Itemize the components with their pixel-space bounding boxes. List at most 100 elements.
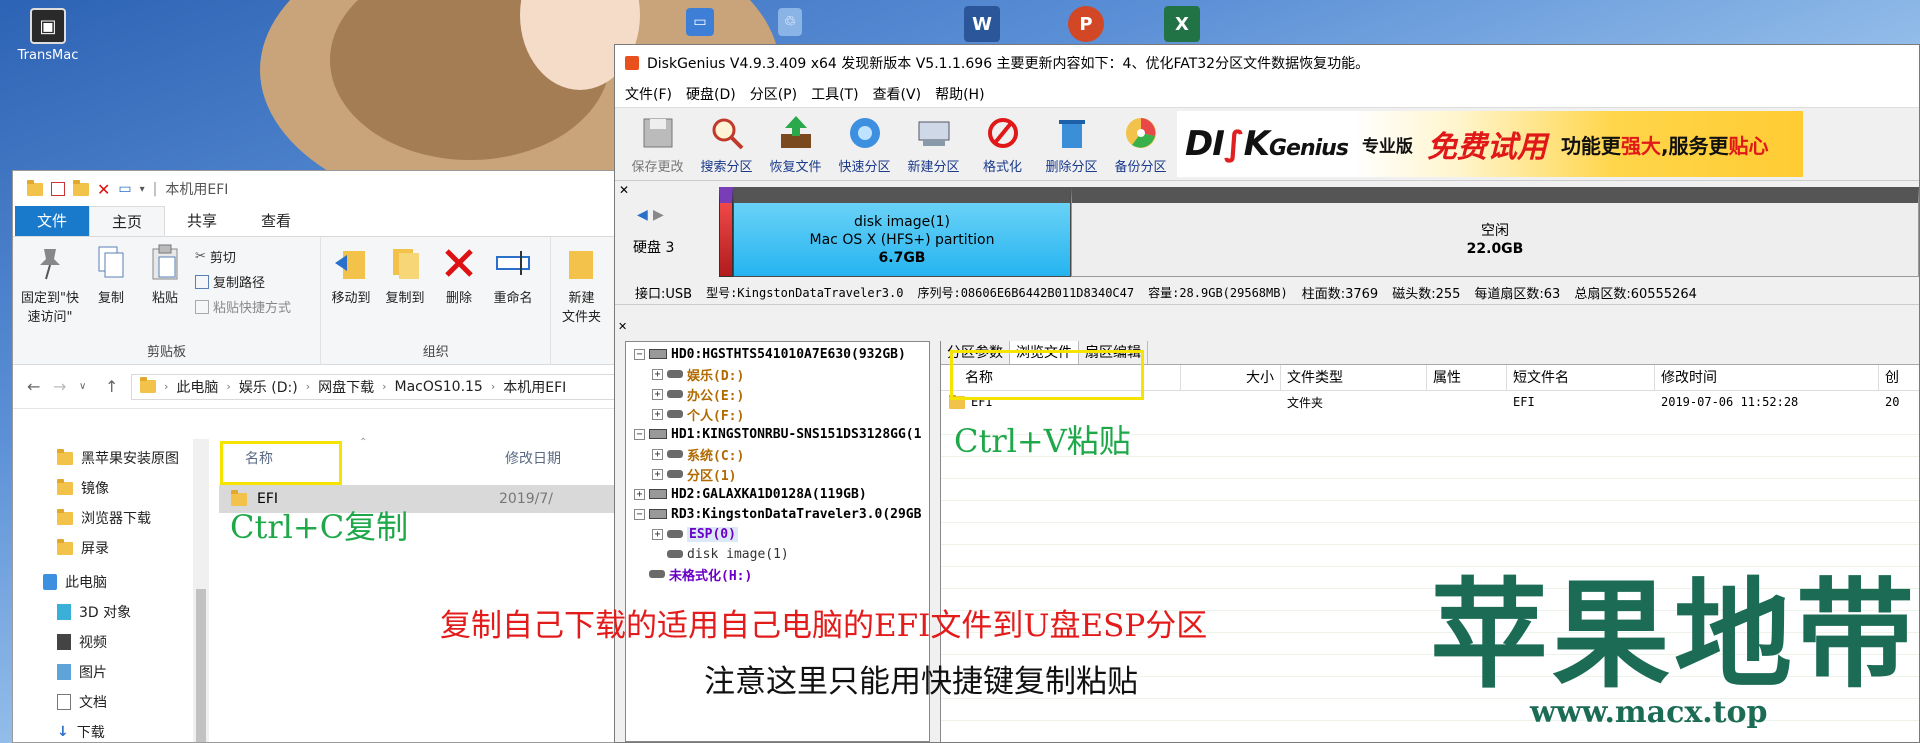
move-to-button[interactable]: 移动到 — [327, 243, 375, 340]
menu-view[interactable]: 查看(V) — [873, 84, 922, 104]
tree-partition-node[interactable]: + 个人(F:) — [626, 404, 929, 424]
column-header-type[interactable]: 文件类型 — [1281, 364, 1427, 391]
copy-button[interactable]: 复制 — [87, 243, 135, 340]
copy-path-button[interactable]: 复制路径 — [195, 272, 291, 291]
desktop-icon-powerpoint[interactable]: P — [1064, 6, 1108, 46]
new-folder-icon[interactable] — [73, 179, 89, 196]
tree-partition-node[interactable]: + 办公(E:) — [626, 384, 929, 404]
cut-button[interactable]: ✂ 剪切 — [195, 247, 291, 266]
nav-item-documents[interactable]: 文档 — [13, 687, 193, 717]
expand-icon[interactable]: + — [634, 488, 645, 500]
delete-icon[interactable]: ✕ — [97, 180, 110, 199]
tree-partition-node[interactable]: + 分区(1) — [626, 464, 929, 484]
quick-partition-button[interactable]: 快速分区 — [830, 114, 899, 175]
collapse-icon[interactable]: − — [634, 428, 645, 440]
menu-partition[interactable]: 分区(P) — [750, 84, 797, 104]
partition-block-esp[interactable] — [719, 187, 733, 277]
nav-item-screen-recording[interactable]: 屏录 — [13, 533, 193, 563]
nav-scrollbar[interactable] — [193, 439, 209, 742]
nav-item-browser-downloads[interactable]: 浏览器下载 — [13, 503, 193, 533]
menu-help[interactable]: 帮助(H) — [935, 84, 984, 104]
tab-home[interactable]: 主页 — [89, 206, 166, 236]
expand-icon[interactable]: + — [652, 448, 663, 460]
menu-file[interactable]: 文件(F) — [625, 84, 672, 104]
copy-to-button[interactable]: 复制到 — [381, 243, 429, 340]
menu-tools[interactable]: 工具(T) — [811, 84, 858, 104]
tree-disk-node[interactable]: − HD0:HGSTHTS541010A7E630(932GB) — [626, 344, 929, 364]
nav-item-downloads[interactable]: ↓ 下载 — [13, 717, 193, 742]
save-changes-button[interactable]: 保存更改 — [623, 114, 692, 175]
tree-partition-node[interactable]: 未格式化(H:) — [626, 564, 929, 584]
scrollbar-thumb[interactable] — [196, 589, 206, 742]
tree-disk-node[interactable]: + HD2:GALAXKA1D0128A(119GB) — [626, 484, 929, 504]
expand-icon[interactable]: + — [652, 408, 663, 420]
desktop-icon-excel[interactable]: X — [1160, 6, 1204, 46]
tree-partition-node[interactable]: + 娱乐(D:) — [626, 364, 929, 384]
expand-icon[interactable]: + — [652, 388, 663, 400]
breadcrumb-item[interactable]: MacOS10.15 — [395, 379, 483, 395]
tree-disk-node[interactable]: − HD1:KINGSTONRBU-SNS151DS3128GG(1 — [626, 424, 929, 444]
forward-arrow-icon[interactable]: → — [53, 377, 69, 396]
menu-disk[interactable]: 硬盘(D) — [686, 84, 736, 104]
nav-item-3d-objects[interactable]: 3D 对象 — [13, 597, 193, 627]
desktop-icon-network[interactable]: ▭ — [680, 8, 720, 40]
new-partition-button[interactable]: 新建分区 — [899, 114, 968, 175]
nav-item-black-apple-images[interactable]: 黑苹果安装原图 — [13, 443, 193, 473]
tree-partition-node[interactable]: + 系统(C:) — [626, 444, 929, 464]
rename-button[interactable]: 重命名 — [489, 243, 537, 340]
breadcrumb-item[interactable]: 本机用EFI — [503, 377, 566, 397]
column-header-attr[interactable]: 属性 — [1427, 364, 1507, 391]
backup-partition-button[interactable]: 备份分区 — [1106, 114, 1175, 175]
breadcrumb-item[interactable]: 娱乐 (D:) — [239, 377, 298, 397]
breadcrumb-item[interactable]: 网盘下载 — [318, 377, 374, 397]
partition-block-disk-image[interactable]: disk image(1) Mac OS X (HFS+) partition … — [719, 187, 1071, 277]
desktop-icon-transmac[interactable]: ▣ TransMac — [8, 8, 88, 63]
back-arrow-icon[interactable]: ← — [27, 377, 43, 396]
nav-item-pictures[interactable]: 图片 — [13, 657, 193, 687]
new-folder-button[interactable]: 新建 文件夹 — [557, 243, 605, 340]
delete-partition-button[interactable]: 删除分区 — [1037, 114, 1106, 175]
nav-left-arrow-icon[interactable]: ◀ — [637, 207, 648, 223]
partition-icon — [667, 410, 683, 418]
expand-icon[interactable]: + — [652, 468, 663, 480]
free-space-block[interactable]: 空闲 22.0GB — [1071, 187, 1919, 277]
chevron-down-icon[interactable]: ▾ — [140, 184, 145, 195]
column-header-modified[interactable]: 修改时间 — [1655, 364, 1879, 391]
tab-file[interactable]: 文件 — [15, 206, 90, 236]
column-header-modified[interactable]: 修改日期 — [505, 448, 561, 468]
nav-item-mirror[interactable]: 镜像 — [13, 473, 193, 503]
recover-files-button[interactable]: 恢复文件 — [761, 114, 830, 175]
promo-banner[interactable]: DI∫KGenius 专业版 免费试用 功能更强大,服务更贴心 — [1177, 111, 1803, 177]
tab-share[interactable]: 共享 — [165, 206, 239, 236]
up-arrow-icon[interactable]: ↑ — [105, 377, 121, 396]
paste-shortcut-button[interactable]: 粘贴快捷方式 — [195, 297, 291, 316]
column-header-size[interactable]: 大小 — [1181, 364, 1281, 391]
column-header-created[interactable]: 创 — [1879, 365, 1919, 391]
rename-icon[interactable]: ▭ — [118, 181, 131, 197]
paste-button[interactable]: 粘贴 — [141, 243, 189, 340]
expand-icon[interactable]: + — [652, 528, 663, 540]
desktop-icon-word[interactable]: W — [960, 6, 1004, 46]
close-icon[interactable]: ✕ — [618, 320, 627, 333]
nav-right-arrow-icon[interactable]: ▶ — [653, 207, 664, 223]
collapse-icon[interactable]: − — [634, 348, 645, 360]
column-header-short-name[interactable]: 短文件名 — [1507, 364, 1655, 391]
delete-button[interactable]: 删除 — [435, 243, 483, 340]
pin-quick-access-button[interactable]: 固定到"快速访问" — [19, 243, 81, 340]
tree-disk-node[interactable]: − RD3:KingstonDataTraveler3.0(29GB — [626, 504, 929, 524]
tree-partition-node[interactable]: disk image(1) — [626, 544, 929, 564]
properties-icon[interactable] — [51, 182, 65, 196]
nav-item-this-pc[interactable]: 此电脑 — [13, 567, 193, 597]
close-icon[interactable]: ✕ — [619, 183, 629, 197]
expand-icon[interactable]: + — [652, 368, 663, 380]
format-button[interactable]: 格式化 — [968, 114, 1037, 175]
address-bar[interactable]: › 此电脑 › 娱乐 (D:) › 网盘下载 › MacOS10.15 › 本机… — [131, 373, 631, 400]
tab-view[interactable]: 查看 — [239, 206, 313, 236]
tree-partition-node[interactable]: + ESP(0) — [626, 524, 929, 544]
chevron-down-icon[interactable]: ∨ — [79, 381, 95, 392]
search-partition-button[interactable]: 搜索分区 — [692, 114, 761, 175]
desktop-icon-recycle[interactable]: ♲ — [770, 8, 810, 40]
collapse-icon[interactable]: − — [634, 508, 645, 520]
nav-item-videos[interactable]: 视频 — [13, 627, 193, 657]
breadcrumb-item[interactable]: 此电脑 — [176, 377, 218, 397]
